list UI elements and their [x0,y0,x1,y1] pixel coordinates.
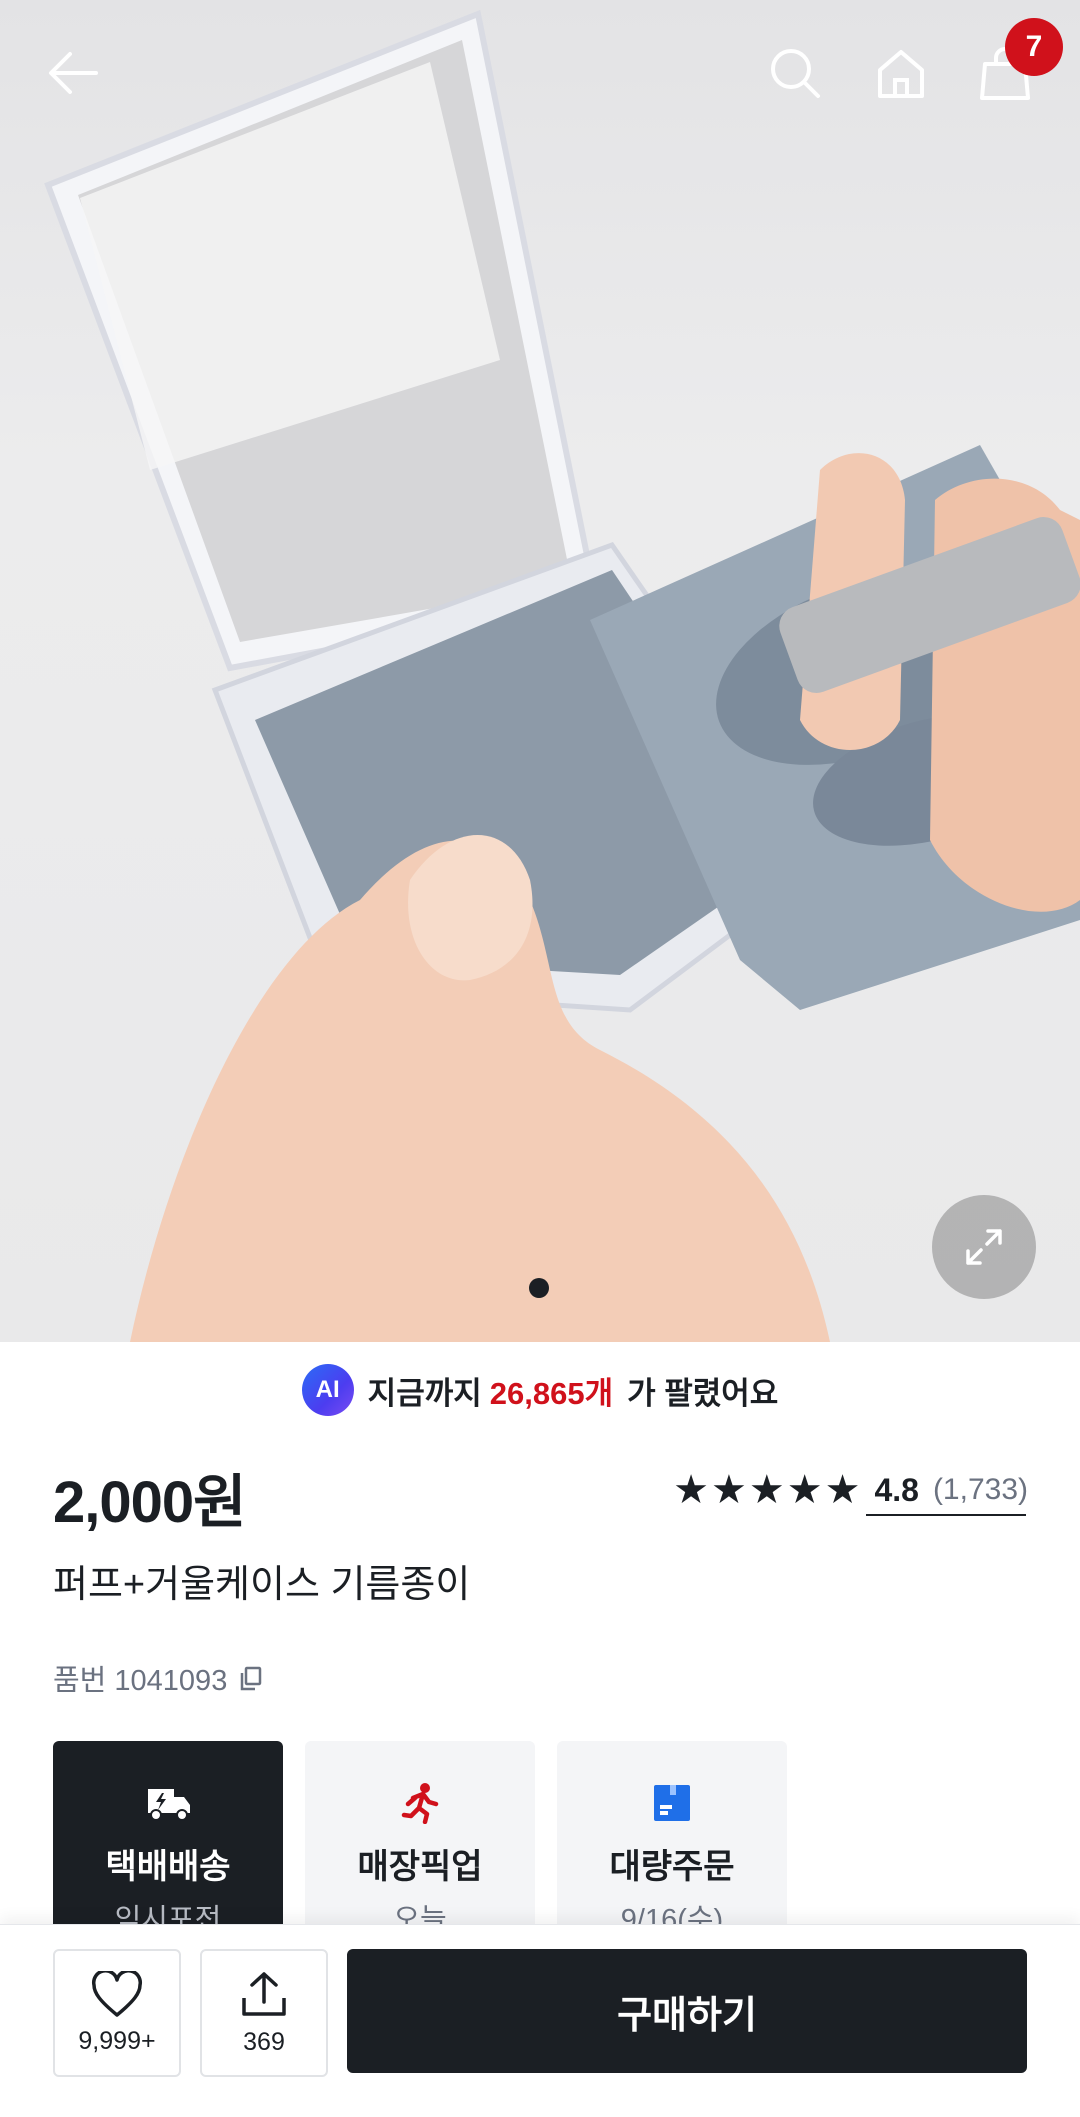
like-count: 9,999+ [78,2026,156,2055]
cart-count-badge: 7 [1005,18,1063,76]
delivery-option-label: 대량주문 [609,1848,735,1886]
star-icon: ★ [711,1468,747,1512]
rating-underline [866,1514,1026,1516]
star-icon: ★ [673,1468,710,1512]
item-number-label: 품번 1041093 [53,1665,228,1697]
share-icon [242,1971,286,2016]
ai-badge: AI [301,1364,354,1416]
rating-summary[interactable]: ★ ★ ★ ★ ★ 4.8 (1,733) [673,1470,1028,1510]
rating-value: 4.8 [874,1471,919,1508]
like-button[interactable]: 9,999+ [53,1949,181,2077]
home-button[interactable] [856,28,946,118]
top-navigation-bar: 7 [0,0,1080,150]
review-count-link[interactable]: (1,733) [933,1473,1028,1507]
product-title: 퍼프+거울케이스 기름종이 [53,1564,471,1606]
zoom-button[interactable] [932,1195,1036,1299]
sales-count-banner: AI 지금까지 26,865개 가 팔렸어요 [0,1362,1080,1418]
star-icon: ★ [824,1468,861,1512]
home-icon [878,50,924,98]
item-number: 품번 1041093 [53,1657,265,1699]
share-button[interactable]: 369 [200,1949,328,2077]
expand-icon [966,1229,1002,1265]
running-person-icon [401,1783,439,1824]
star-icon: ★ [748,1468,785,1512]
sales-suffix: 가 팔렸어요 [627,1375,779,1411]
truck-icon [148,1789,190,1821]
delivery-option-label: 매장픽업 [357,1848,483,1886]
star-icon: ★ [786,1468,823,1512]
arrow-left-icon [49,52,98,94]
heart-icon [91,1970,143,2017]
product-photo [44,9,1080,1342]
back-button[interactable] [28,28,118,118]
search-icon [771,49,820,98]
box-icon [654,1785,690,1821]
share-count: 369 [243,2027,285,2056]
bottom-action-bar: 9,999+ 369 구매하기 [0,1924,1080,2117]
search-button[interactable] [750,28,840,118]
copy-icon[interactable] [237,1664,265,1692]
product-price: 2,000원 [53,1470,247,1535]
delivery-option-label: 택배배송 [105,1848,231,1886]
product-image-gallery[interactable]: 7 [0,0,1080,1342]
gallery-page-indicator [529,1278,549,1298]
buy-button[interactable]: 구매하기 [347,1949,1027,2073]
sales-count: 26,865개 [489,1375,614,1411]
sales-prefix: 지금까지 [367,1375,482,1411]
star-rating: ★ ★ ★ ★ ★ [673,1470,860,1510]
